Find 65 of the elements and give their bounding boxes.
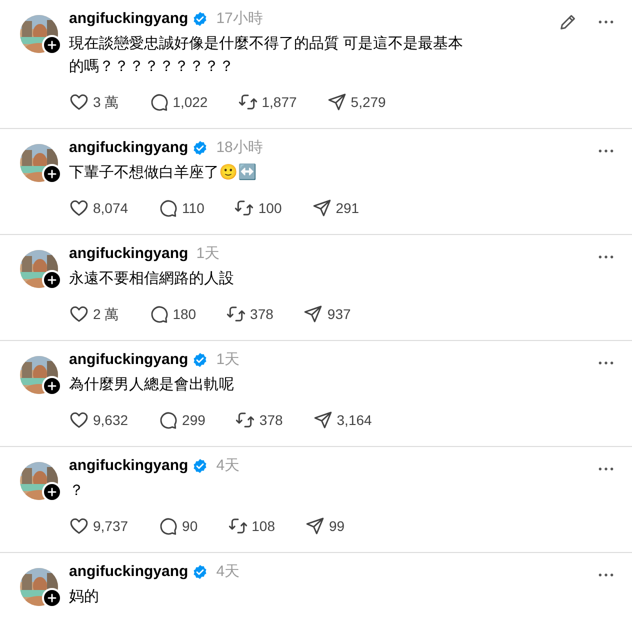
speech-bubble-icon <box>148 92 169 112</box>
username[interactable]: angifuckingyang <box>69 138 188 158</box>
heart-icon <box>69 198 89 218</box>
post-text: 妈的 <box>69 587 100 607</box>
repost-button[interactable]: 378 <box>222 304 278 324</box>
send-icon <box>303 304 324 324</box>
repost-icon <box>235 410 256 430</box>
repost-button[interactable]: 1,877 <box>234 92 301 112</box>
send-icon <box>312 198 332 218</box>
reply-button[interactable]: 90 <box>154 516 202 536</box>
send-icon <box>312 410 333 430</box>
post-text: ？ <box>69 481 85 501</box>
like-button[interactable]: 2 萬 <box>65 304 123 324</box>
heart-icon <box>69 92 89 112</box>
post-text: 現在談戀愛忠誠好像是什麼不得了的品質 可是這不是最基本的嗎？？？？？？？？？ <box>69 34 464 77</box>
follow-button[interactable] <box>42 270 62 290</box>
speech-bubble-icon <box>148 304 169 324</box>
follow-button[interactable] <box>42 164 62 184</box>
like-button[interactable]: 9,632 <box>65 410 132 430</box>
plus-icon <box>46 592 58 604</box>
share-button[interactable]: 5,279 <box>322 92 390 112</box>
speech-bubble-icon <box>158 516 178 536</box>
username[interactable]: angifuckingyang <box>69 244 188 264</box>
repost-icon <box>238 92 258 112</box>
plus-icon <box>46 274 58 286</box>
send-icon <box>326 92 347 112</box>
plus-icon <box>46 486 58 498</box>
repost-button[interactable]: 100 <box>230 198 286 218</box>
repost-icon <box>226 304 246 324</box>
speech-bubble-icon <box>158 198 178 218</box>
reply-button[interactable]: 110 <box>154 198 208 218</box>
repost-button[interactable]: 108 <box>224 516 279 536</box>
plus-icon <box>46 168 58 180</box>
post-text: 永遠不要相信網路的人設 <box>69 269 235 289</box>
send-icon <box>304 516 325 536</box>
repost-button[interactable]: 378 <box>231 410 287 430</box>
username[interactable]: angifuckingyang <box>69 9 188 29</box>
repost-icon <box>228 516 248 536</box>
plus-icon <box>46 380 58 392</box>
post-text: 為什麼男人總是會出軌呢 <box>69 375 235 395</box>
heart-icon <box>69 516 89 536</box>
share-button[interactable]: 937 <box>299 304 355 324</box>
follow-button[interactable] <box>42 376 62 396</box>
reply-button[interactable]: 1,022 <box>144 92 212 112</box>
share-button[interactable]: 3,164 <box>308 410 376 430</box>
share-button[interactable]: 99 <box>300 516 349 536</box>
heart-icon <box>69 304 89 324</box>
reply-button[interactable]: 180 <box>144 304 200 324</box>
username[interactable]: angifuckingyang <box>69 350 188 370</box>
pencil-icon[interactable] <box>558 12 578 32</box>
like-button[interactable]: 3 萬 <box>65 92 123 112</box>
heart-icon <box>69 410 89 430</box>
follow-button[interactable] <box>42 588 62 608</box>
username[interactable]: angifuckingyang <box>69 562 188 582</box>
speech-bubble-icon <box>158 410 178 430</box>
share-button[interactable]: 291 <box>308 198 364 218</box>
follow-button[interactable] <box>42 482 62 502</box>
like-button[interactable]: 9,737 <box>65 516 132 536</box>
plus-icon <box>46 39 58 51</box>
like-button[interactable]: 8,074 <box>65 198 132 218</box>
username[interactable]: angifuckingyang <box>69 456 188 476</box>
follow-button[interactable] <box>42 35 62 55</box>
repost-icon <box>234 198 254 218</box>
reply-button[interactable]: 299 <box>154 410 210 430</box>
post-text: 下輩子不想做白羊座了🙂↔ <box>69 162 258 183</box>
